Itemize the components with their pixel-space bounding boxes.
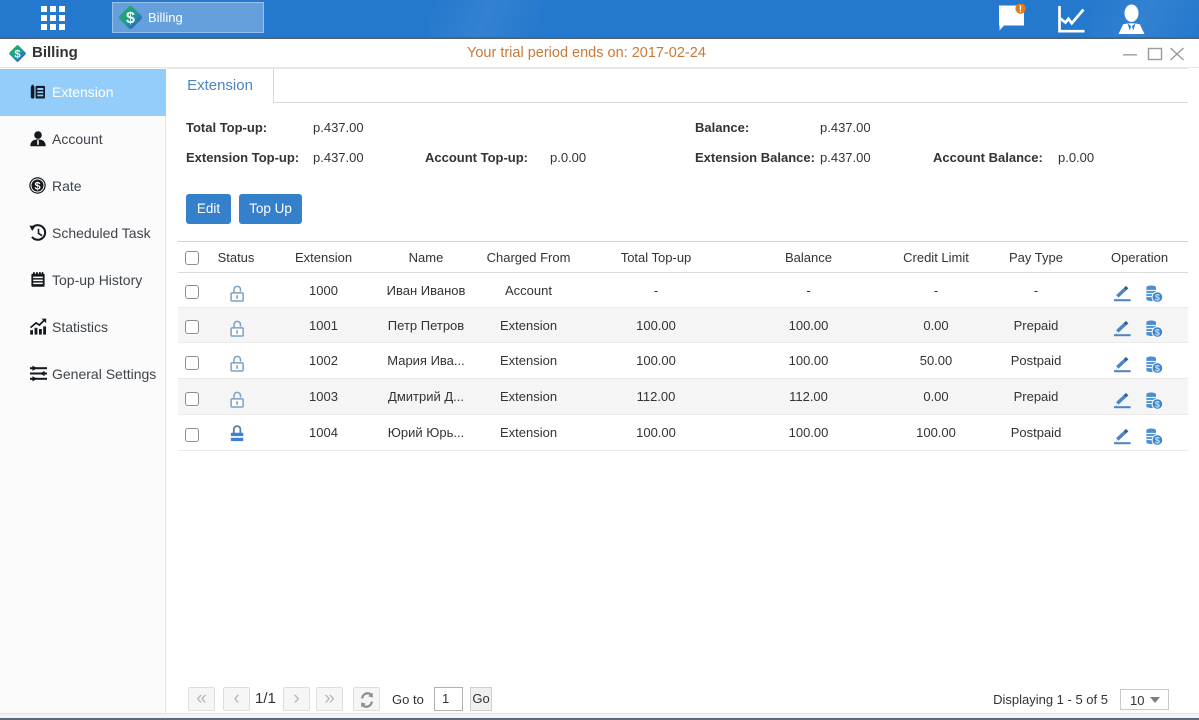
svg-text:$: $ — [34, 180, 40, 192]
svg-text:$: $ — [1154, 435, 1159, 445]
svg-text:$: $ — [1154, 292, 1159, 302]
svg-text:$: $ — [1154, 327, 1159, 337]
svg-text:$: $ — [1154, 399, 1159, 409]
svg-text:$: $ — [126, 10, 135, 27]
svg-text:$: $ — [1154, 363, 1159, 373]
svg-text:!: ! — [1019, 4, 1022, 14]
svg-text:$: $ — [14, 48, 21, 60]
